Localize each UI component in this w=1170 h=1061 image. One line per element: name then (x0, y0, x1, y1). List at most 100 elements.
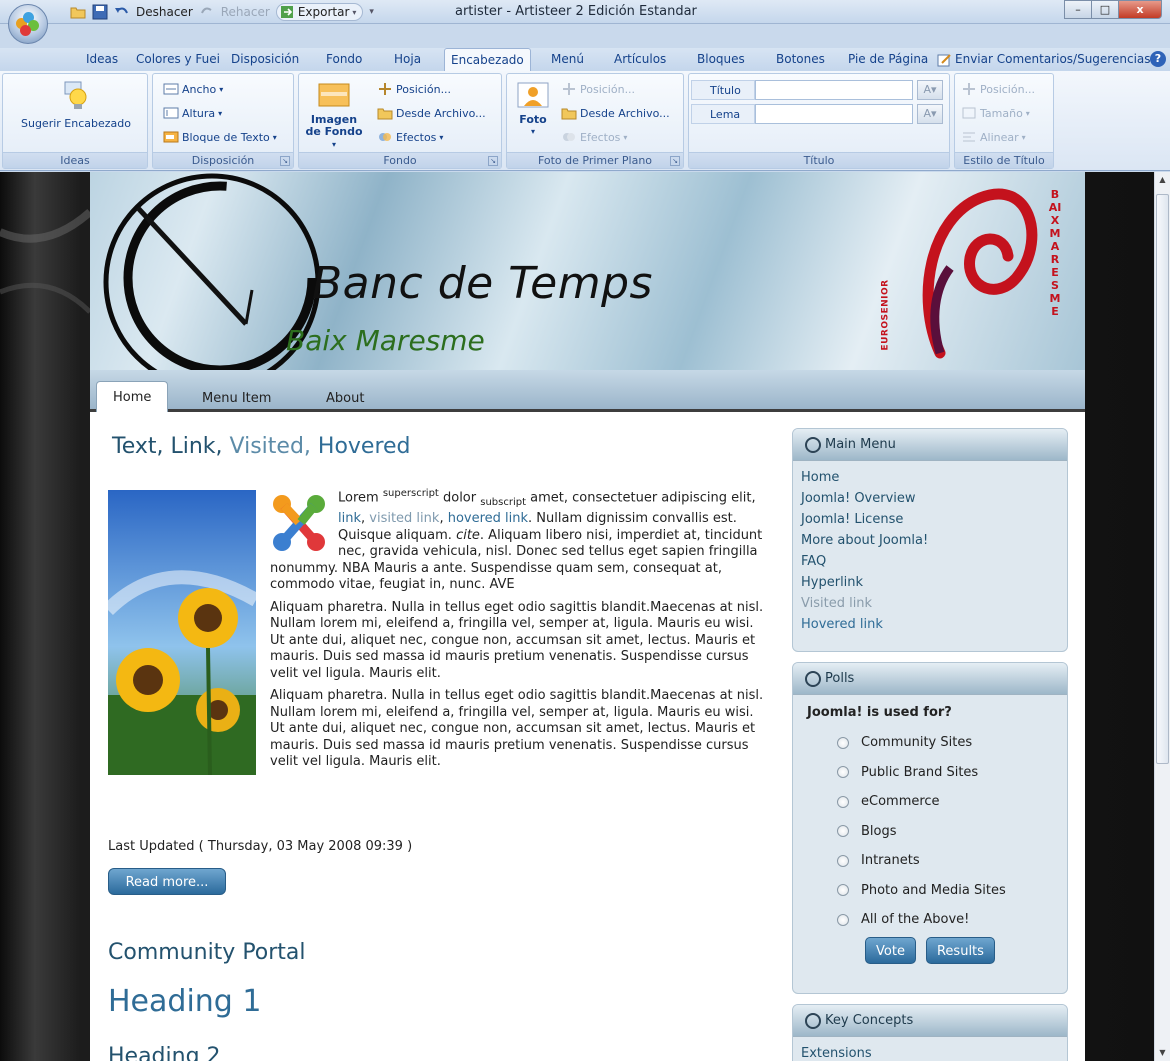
title-font-button[interactable]: A▾ (917, 80, 943, 100)
tab-colores[interactable]: Colores y Fuei (130, 48, 226, 71)
edit-icon (936, 52, 952, 68)
key-concept-extensions[interactable]: Extensions (801, 1043, 1059, 1061)
export-button[interactable]: Exportar ▾ (275, 3, 364, 21)
text-block-button[interactable]: Bloque de Texto ▾ (163, 130, 277, 144)
menu-item-license[interactable]: Joomla! License (801, 509, 1059, 530)
text-span: , (439, 511, 448, 527)
menu-item-visited[interactable]: Visited link (801, 593, 1059, 614)
tab-disposicion[interactable]: Disposición (225, 48, 305, 71)
feedback-button[interactable]: Enviar Comentarios/Sugerencias (936, 48, 1151, 71)
scroll-up-icon[interactable]: ▲ (1155, 172, 1170, 188)
article-hovered-link[interactable]: hovered link (448, 511, 528, 526)
title-bar: Deshacer Rehacer Exportar ▾ ▾ artister -… (0, 0, 1170, 24)
poll-option-label: Intranets (861, 853, 920, 869)
vertical-scrollbar[interactable]: ▲ ▼ (1154, 172, 1170, 1061)
minimize-button[interactable]: – (1064, 0, 1092, 19)
poll-option[interactable]: Public Brand Sites (793, 758, 1067, 788)
slogan-font-button[interactable]: A▾ (917, 104, 943, 124)
poll-option[interactable]: Photo and Media Sites (793, 876, 1067, 906)
poll-option[interactable]: Community Sites (793, 728, 1067, 758)
slogan-input[interactable] (755, 104, 913, 124)
nav-item-menu-item[interactable]: Menu Item (188, 385, 285, 412)
close-button[interactable]: x (1118, 0, 1162, 19)
tab-fondo[interactable]: Fondo (320, 48, 368, 71)
background-effects-button[interactable]: Efectos ▾ (377, 130, 443, 144)
article-link[interactable]: link (338, 511, 361, 526)
menu-item-hovered[interactable]: Hovered link (801, 614, 1059, 635)
radio-button[interactable] (837, 736, 849, 749)
menu-item-home[interactable]: Home (801, 467, 1059, 488)
photo-position-button[interactable]: Posición... (561, 82, 635, 96)
title-field-label: Título (691, 80, 755, 100)
nav-item-about[interactable]: About (312, 385, 378, 412)
tab-menu[interactable]: Menú (545, 48, 590, 71)
poll-option[interactable]: All of the Above! (793, 905, 1067, 935)
group-label-disposicion: Disposición (153, 152, 293, 168)
background-from-file-button[interactable]: Desde Archivo... (377, 106, 486, 120)
tab-ideas[interactable]: Ideas (80, 48, 124, 71)
photo-button[interactable]: Foto ▾ (513, 80, 553, 138)
key-concepts-header: Key Concepts (793, 1005, 1067, 1037)
undo-button[interactable]: Deshacer (136, 5, 193, 19)
tab-articulos[interactable]: Artículos (608, 48, 672, 71)
dialog-launcher-icon[interactable]: ↘ (670, 156, 680, 166)
vote-button[interactable]: Vote (865, 936, 916, 964)
dialog-launcher-icon[interactable]: ↘ (488, 156, 498, 166)
move-icon (561, 82, 577, 96)
poll-option[interactable]: Intranets (793, 846, 1067, 876)
maximize-button[interactable]: □ (1091, 0, 1119, 19)
undo-icon[interactable] (114, 4, 130, 20)
radio-button[interactable] (837, 913, 849, 926)
tab-encabezado[interactable]: Encabezado (444, 48, 531, 71)
title-position-button[interactable]: Posición... (961, 82, 1035, 96)
radio-button[interactable] (837, 766, 849, 779)
sunflower-image (103, 490, 260, 776)
dialog-launcher-icon[interactable]: ↘ (280, 156, 290, 166)
photo-effects-button[interactable]: Efectos ▾ (561, 130, 627, 144)
menu-item-more[interactable]: More about Joomla! (801, 530, 1059, 551)
width-button[interactable]: Ancho ▾ (163, 82, 223, 96)
title-input[interactable] (755, 80, 913, 100)
results-button[interactable]: Results (925, 936, 995, 964)
help-icon[interactable]: ? (1150, 51, 1166, 67)
background-image-button[interactable]: Imagen de Fondo ▾ (303, 80, 365, 151)
height-icon (163, 106, 179, 120)
text-span: dolor (438, 490, 481, 506)
poll-option[interactable]: eCommerce (793, 787, 1067, 817)
height-button[interactable]: Altura ▾ (163, 106, 222, 120)
suggest-header-button[interactable]: Sugerir Encabezado (7, 80, 145, 130)
nav-item-home[interactable]: Home (96, 381, 169, 412)
quick-access-toolbar: Deshacer Rehacer Exportar ▾ ▾ (70, 3, 374, 21)
save-icon[interactable] (92, 4, 108, 20)
title-size-button[interactable]: Tamaño ▾ (961, 106, 1030, 120)
background-position-button[interactable]: Posición... (377, 82, 451, 96)
scrollbar-thumb[interactable] (1156, 194, 1169, 764)
photo-from-file-button[interactable]: Desde Archivo... (561, 106, 670, 120)
subscript-text: subscript (480, 496, 527, 508)
tab-pie-de-pagina[interactable]: Pie de Página (842, 48, 934, 71)
tab-hoja[interactable]: Hoja (388, 48, 427, 71)
customize-qa-icon[interactable]: ▾ (369, 7, 374, 17)
tab-botones[interactable]: Botones (770, 48, 831, 71)
poll-option[interactable]: Blogs (793, 817, 1067, 847)
redo-button[interactable]: Rehacer (221, 5, 270, 19)
radio-button[interactable] (837, 795, 849, 808)
article-visited-link[interactable]: visited link (369, 511, 439, 526)
tab-bloques[interactable]: Bloques (691, 48, 751, 71)
lightbulb-icon (61, 80, 91, 112)
scroll-down-icon[interactable]: ▼ (1155, 1045, 1170, 1061)
open-folder-icon[interactable] (70, 4, 86, 20)
effects-icon (377, 130, 393, 144)
article-title-hovered[interactable]: Hovered (318, 434, 411, 459)
ribbon: Sugerir Encabezado Ideas Ancho ▾ Altura ▾ … (0, 71, 1170, 171)
menu-item-faq[interactable]: FAQ (801, 551, 1059, 572)
menu-item-hyperlink[interactable]: Hyperlink (801, 572, 1059, 593)
radio-button[interactable] (837, 884, 849, 897)
app-menu-button[interactable] (8, 4, 48, 44)
menu-item-overview[interactable]: Joomla! Overview (801, 488, 1059, 509)
title-align-button[interactable]: Alinear ▾ (961, 130, 1026, 144)
radio-button[interactable] (837, 825, 849, 838)
radio-button[interactable] (837, 854, 849, 867)
article-title-visited[interactable]: Visited, (230, 434, 311, 459)
read-more-button[interactable]: Read more... (108, 868, 226, 895)
